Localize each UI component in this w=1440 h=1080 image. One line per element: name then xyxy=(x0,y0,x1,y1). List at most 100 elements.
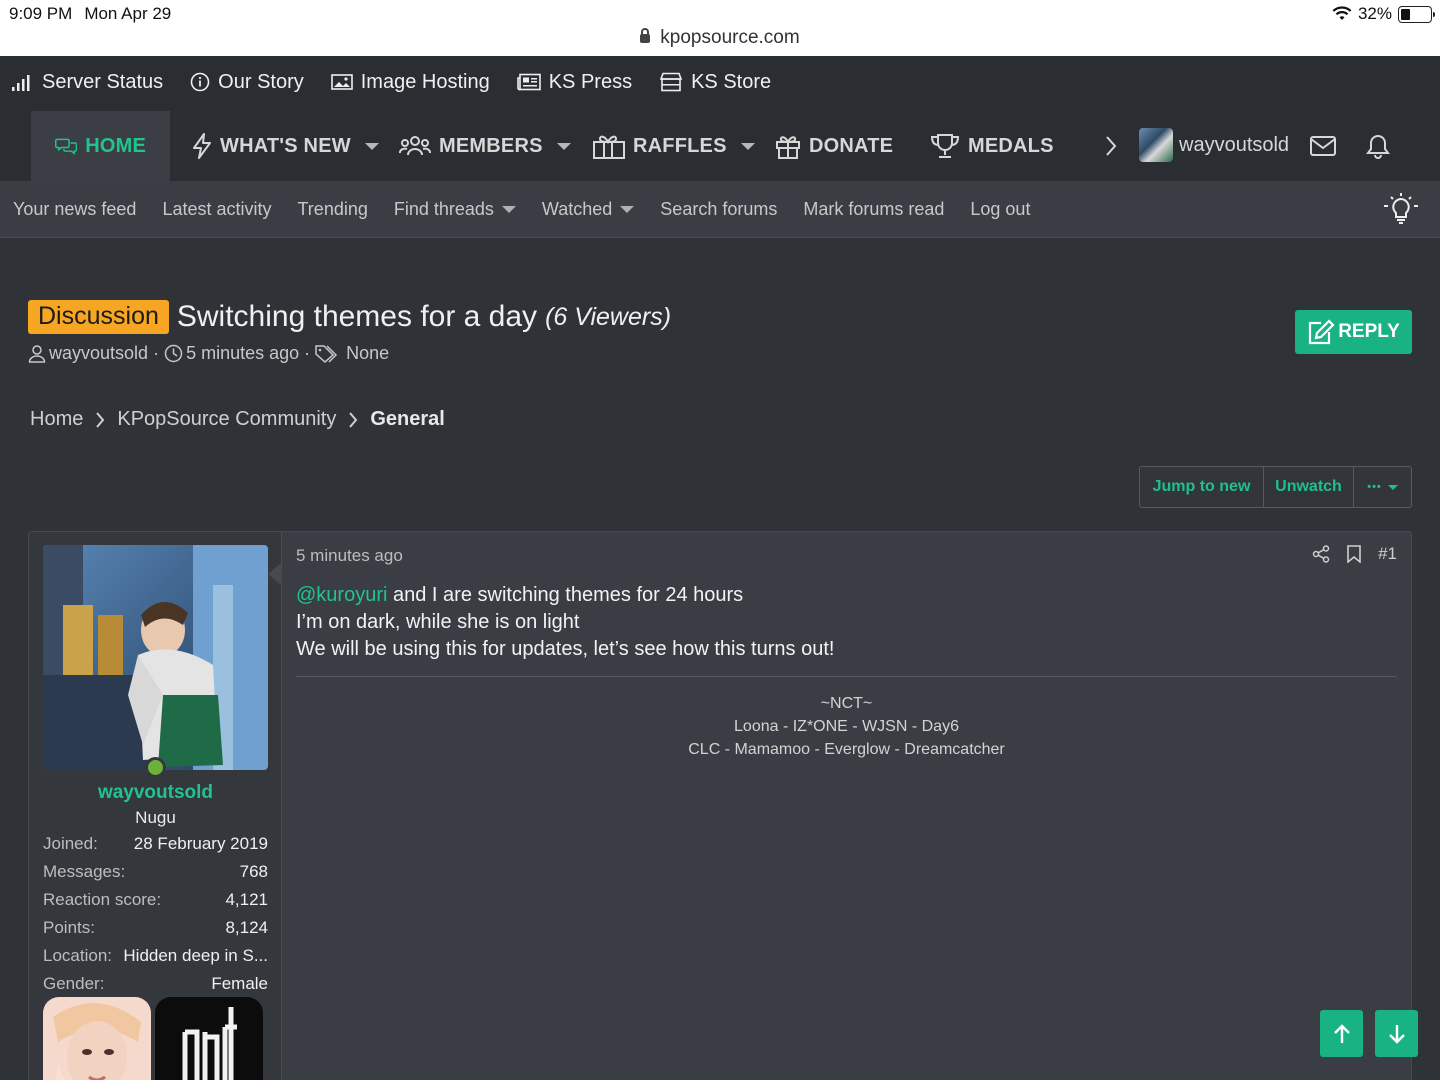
tab-raffles[interactable]: RAFFLES xyxy=(593,111,755,181)
envelope-icon xyxy=(1310,136,1336,156)
stat-joined: Joined: 28 February 2019 xyxy=(43,834,268,853)
nav-username: wayvoutsold xyxy=(1179,133,1290,156)
chevron-down-icon xyxy=(1387,484,1398,490)
scroll-to-top-button[interactable] xyxy=(1320,1010,1363,1057)
user-menu[interactable]: wayvoutsold xyxy=(1139,128,1289,162)
nav-scroll-right[interactable] xyxy=(1103,111,1127,181)
subnav-find-threads[interactable]: Find threads xyxy=(394,199,516,220)
avatar xyxy=(1139,128,1173,162)
tab-members[interactable]: MEMBERS xyxy=(399,111,571,181)
stat-messages: Messages: 768 xyxy=(43,862,268,881)
browser-status-bar: 9:09 PM Mon Apr 29 kpopsource.com 32% xyxy=(0,0,1440,56)
edit-icon xyxy=(1309,319,1335,345)
post-container: wayvoutsold Nugu Joined: 28 February 2019… xyxy=(28,531,1412,1080)
chevron-right-icon xyxy=(349,411,358,428)
tab-medals[interactable]: MEDALS xyxy=(930,111,1054,181)
bookmark-icon[interactable] xyxy=(1346,545,1362,563)
unwatch-button[interactable]: Unwatch xyxy=(1264,467,1354,507)
breadcrumb-current[interactable]: General xyxy=(370,408,444,431)
subnav-trending[interactable]: Trending xyxy=(297,199,367,220)
newspaper-icon xyxy=(516,73,541,91)
post-number[interactable]: #1 xyxy=(1378,544,1397,564)
viewer-count[interactable]: (6 Viewers) xyxy=(545,303,671,332)
chevron-down-icon xyxy=(556,142,571,150)
thread-author[interactable]: wayvoutsold xyxy=(49,343,148,364)
wifi-icon xyxy=(1332,6,1352,20)
post-arrow xyxy=(268,562,282,586)
thread-age[interactable]: 5 minutes ago xyxy=(186,343,299,364)
image-hosting-link[interactable]: Image Hosting xyxy=(330,71,490,94)
post-timestamp[interactable]: 5 minutes ago xyxy=(296,546,403,566)
chevron-down-icon xyxy=(501,205,516,213)
inbox-button[interactable] xyxy=(1309,111,1345,181)
subnav-watched[interactable]: Watched xyxy=(542,199,635,220)
signature: ~NCT~ Loona - IZ*ONE - WJSN - Day6 CLC -… xyxy=(296,692,1397,761)
subnav-search-forums[interactable]: Search forums xyxy=(660,199,777,220)
nct-logo-image xyxy=(155,997,263,1080)
subnav-news-feed[interactable]: Your news feed xyxy=(13,199,136,220)
bolt-icon xyxy=(193,133,211,159)
status-indicators: 32% xyxy=(1332,4,1435,24)
alerts-button[interactable] xyxy=(1365,111,1399,181)
lightbulb-icon xyxy=(1384,193,1418,224)
stat-location: Location: Hidden deep in S... xyxy=(43,946,268,965)
our-story-link[interactable]: Our Story xyxy=(190,71,304,94)
style-toggle-button[interactable] xyxy=(1382,192,1420,231)
tab-members-label: MEMBERS xyxy=(439,134,543,157)
post-line-1: and I are switching themes for 24 hours xyxy=(387,584,744,606)
ks-store-link[interactable]: KS Store xyxy=(659,71,771,94)
more-options-button[interactable]: ••• xyxy=(1354,467,1411,507)
breadcrumb: Home KPopSource Community General xyxy=(30,408,445,431)
post-username[interactable]: wayvoutsold xyxy=(29,782,282,804)
user-icon xyxy=(28,344,46,363)
tab-whats-new-label: WHAT'S NEW xyxy=(220,134,351,157)
breadcrumb-community[interactable]: KPopSource Community xyxy=(117,408,336,431)
info-circle-icon xyxy=(190,72,210,92)
signature-line-1: ~NCT~ xyxy=(820,695,873,712)
subnav-latest-activity[interactable]: Latest activity xyxy=(162,199,271,220)
post-user-sidebar: wayvoutsold Nugu Joined: 28 February 2019… xyxy=(29,532,282,1080)
share-icon[interactable] xyxy=(1312,545,1330,563)
tab-home[interactable]: HOME xyxy=(31,111,170,181)
post-tools: #1 xyxy=(1312,544,1397,564)
online-indicator xyxy=(145,757,166,778)
user-mention-link[interactable]: @kuroyuri xyxy=(296,584,387,606)
ks-press-link[interactable]: KS Press xyxy=(516,71,632,94)
jump-to-new-button[interactable]: Jump to new xyxy=(1140,467,1264,507)
stat-gender: Gender: Female xyxy=(43,974,268,993)
address-bar[interactable]: kpopsource.com xyxy=(0,27,1440,49)
status-time: 9:09 PM Mon Apr 29 xyxy=(9,4,172,23)
subnav-log-out[interactable]: Log out xyxy=(970,199,1030,220)
battery-percent: 32% xyxy=(1357,4,1392,23)
breadcrumb-home[interactable]: Home xyxy=(30,408,83,431)
subnav-mark-read[interactable]: Mark forums read xyxy=(803,199,944,220)
server-status-link[interactable]: Server Status xyxy=(12,71,163,94)
tab-whats-new[interactable]: WHAT'S NEW xyxy=(192,111,379,181)
lock-icon xyxy=(640,28,651,43)
stat-points: Points: 8,124 xyxy=(43,918,268,937)
gift-icon xyxy=(776,136,800,159)
tab-raffles-label: RAFFLES xyxy=(633,134,727,157)
bell-icon xyxy=(1366,134,1390,159)
user-banner-image xyxy=(43,997,151,1080)
server-status-label: Server Status xyxy=(42,70,164,93)
user-title: Nugu xyxy=(135,808,176,827)
tab-home-label: HOME xyxy=(85,134,146,157)
scroll-to-bottom-button[interactable] xyxy=(1375,1010,1418,1057)
user-avatar[interactable] xyxy=(43,545,268,770)
clock-icon xyxy=(164,344,183,363)
thread-meta: wayvoutsold · 5 minutes ago · None xyxy=(28,343,389,364)
tags-icon xyxy=(315,344,338,363)
ks-store-label: KS Store xyxy=(691,70,772,93)
trophy-icon xyxy=(930,134,960,158)
thread-prefix-badge[interactable]: Discussion xyxy=(28,300,169,334)
signature-divider xyxy=(296,676,1397,677)
more-dots: ••• xyxy=(1367,481,1382,493)
url-text: kpopsource.com xyxy=(660,27,800,48)
ticket-gift-icon xyxy=(593,135,625,159)
tab-donate[interactable]: DONATE xyxy=(775,111,893,181)
signature-line-2: Loona - IZ*ONE - WJSN - Day6 xyxy=(734,718,959,735)
reply-button[interactable]: REPLY xyxy=(1295,310,1412,354)
chevron-down-icon xyxy=(740,142,755,150)
arrow-up-icon xyxy=(1333,1023,1350,1043)
